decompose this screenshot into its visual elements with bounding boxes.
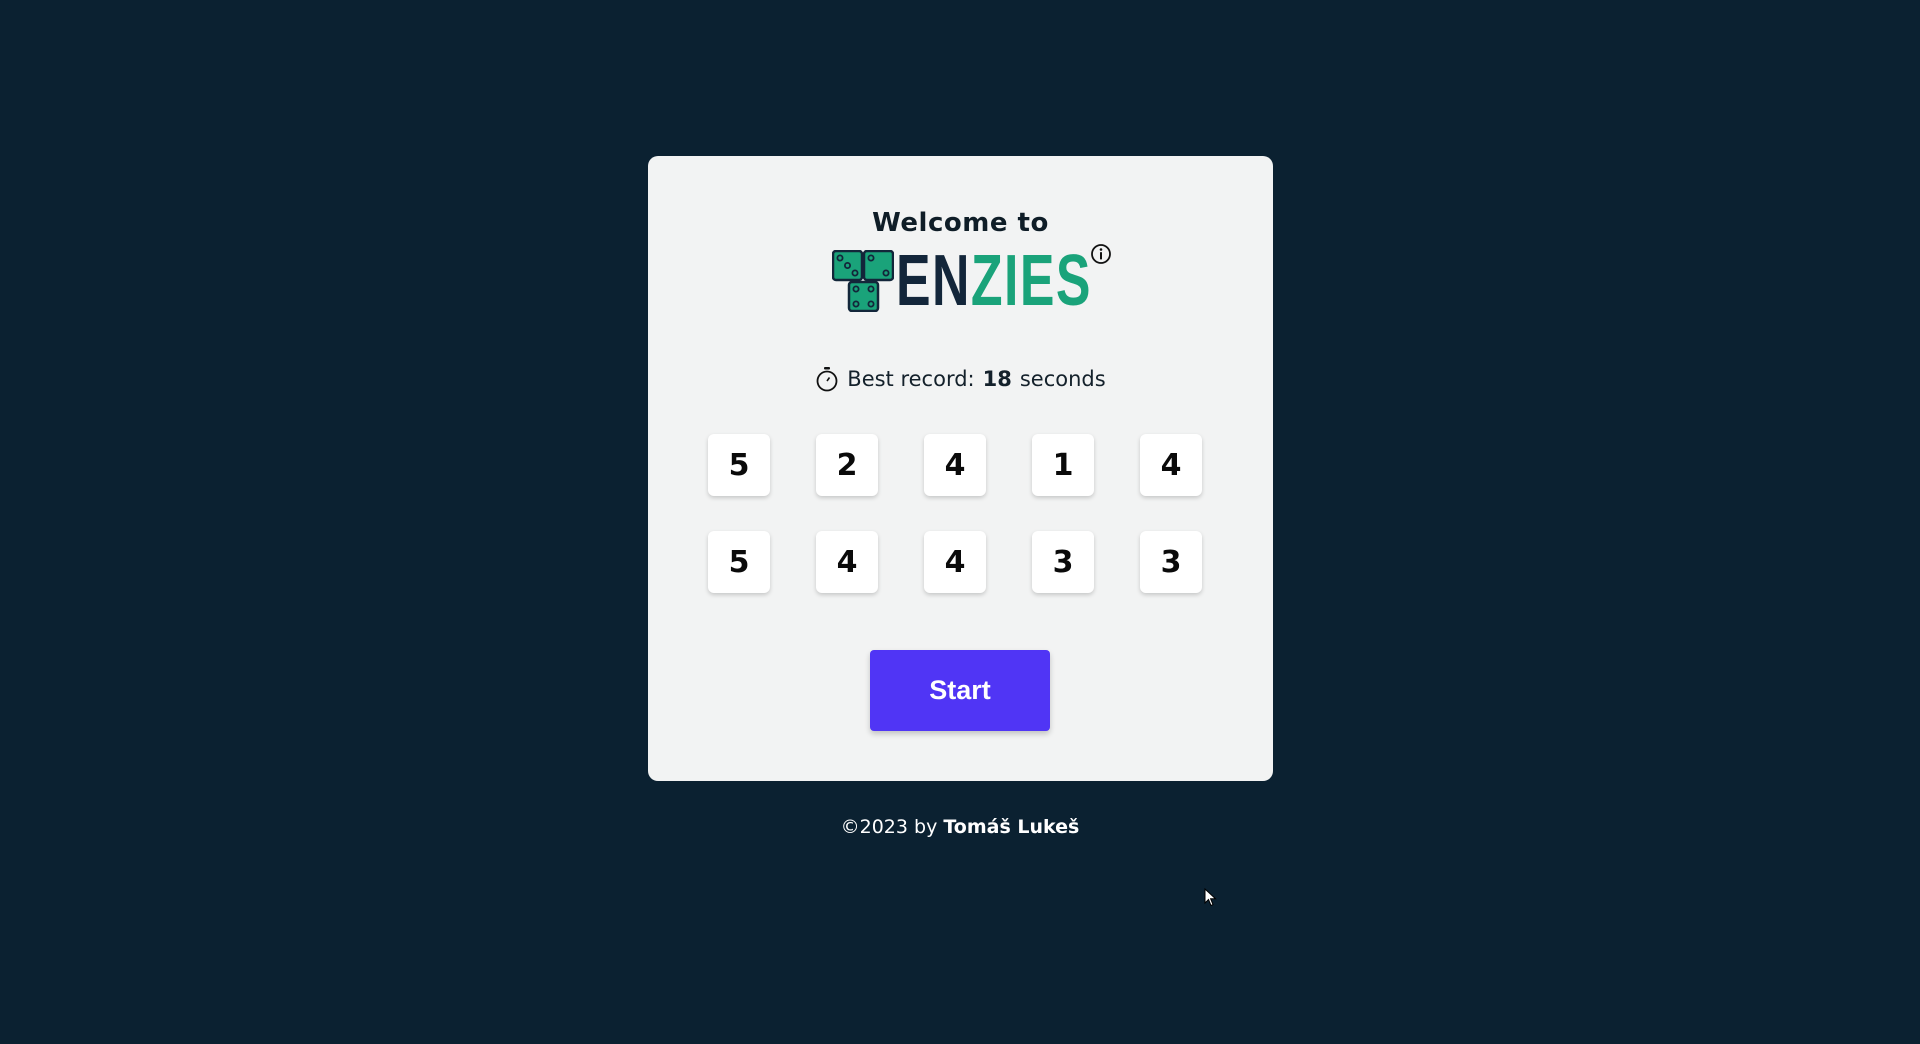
logo-text-green: ZIES — [970, 241, 1092, 321]
mouse-cursor-icon — [1204, 888, 1217, 907]
record-suffix: seconds — [1019, 367, 1106, 391]
record-prefix: Best record: — [847, 367, 975, 391]
footer-author: Tomáš Lukeš — [943, 816, 1080, 838]
start-button[interactable]: Start — [870, 650, 1050, 731]
die[interactable]: 3 — [1032, 531, 1094, 593]
tenzies-logo: ENZIES — [832, 245, 1168, 317]
record-value: 18 — [982, 367, 1012, 391]
logo-text-dark: EN — [896, 241, 971, 321]
stopwatch-icon — [816, 367, 838, 392]
best-record: Best record: 18 seconds — [648, 366, 1273, 392]
die[interactable]: 4 — [924, 531, 986, 593]
game-card: Welcome to ENZIES Best record: 18 second… — [648, 156, 1273, 781]
footer-prefix: ©2023 by — [840, 816, 938, 838]
footer: ©2023 by Tomáš Lukeš — [0, 816, 1920, 838]
die[interactable]: 2 — [816, 434, 878, 496]
info-icon[interactable] — [1090, 243, 1112, 265]
die[interactable]: 5 — [708, 531, 770, 593]
die[interactable]: 3 — [1140, 531, 1202, 593]
die[interactable]: 5 — [708, 434, 770, 496]
logo-wordmark: ENZIES — [896, 245, 1092, 317]
die[interactable]: 1 — [1032, 434, 1094, 496]
die[interactable]: 4 — [1140, 434, 1202, 496]
welcome-heading: Welcome to — [872, 208, 1049, 238]
die[interactable]: 4 — [924, 434, 986, 496]
die[interactable]: 4 — [816, 531, 878, 593]
dice-t-icon — [832, 250, 894, 312]
dice-grid: 5 2 4 1 4 5 4 4 3 3 — [708, 434, 1213, 593]
